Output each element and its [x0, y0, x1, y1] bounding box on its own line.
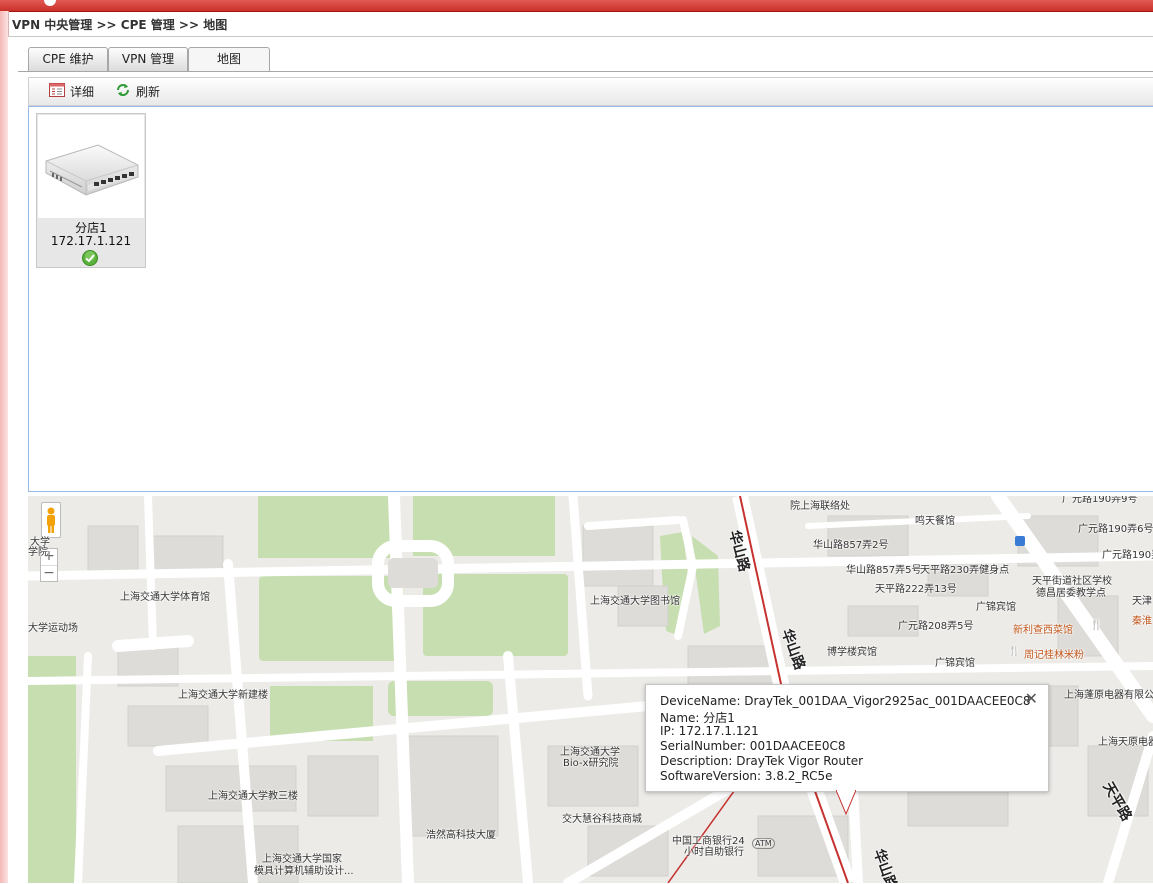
atm-icon: ATM [752, 838, 775, 849]
tab-divider [18, 71, 1153, 72]
map-label: Bio-x研究院 [563, 758, 619, 769]
map-label: 小时自助银行 [684, 847, 744, 858]
map-label: 上海交通大学图书馆 [590, 596, 680, 607]
map-label: 德昌居委教学点 [1036, 588, 1106, 599]
details-list-icon [49, 83, 65, 102]
map-label: 天平路230弄健身点 [920, 565, 1010, 576]
router-image [38, 115, 144, 218]
map-label: 上海交通大学体育馆 [120, 592, 210, 603]
map-label: 交大慧谷科技商城 [562, 814, 642, 825]
popup-description: Description: DrayTek Vigor Router [660, 754, 864, 768]
refresh-button[interactable]: 刷新 [115, 83, 160, 101]
map-label: 天平路222弄13号 [875, 584, 957, 595]
map-label: 华山路857弄2号 [813, 540, 889, 551]
restaurant-icon: 🍴 [1090, 620, 1103, 631]
popup-serial: SerialNumber: 001DAACEE0C8 [660, 739, 846, 753]
map-label: 新利查西菜馆 [1013, 625, 1073, 636]
map-label: 广元路190弄6号 [1078, 524, 1153, 535]
map-label: 学院 [28, 547, 48, 558]
refresh-label: 刷新 [136, 85, 161, 99]
close-icon[interactable]: ✕ [1025, 691, 1038, 707]
popup-device-name: DeviceName: DrayTek_001DAA_Vigor2925ac_0… [660, 694, 1031, 708]
map-label: 模具计算机辅助设计... [254, 866, 354, 877]
popup-pointer [836, 790, 856, 816]
popup-ip: IP: 172.17.1.121 [660, 724, 759, 738]
tab-cpe-maintenance[interactable]: CPE 维护 [28, 47, 108, 71]
map-label: 广锦宾馆 [935, 658, 975, 669]
map-label: 广元路190弄9号 [1062, 496, 1138, 505]
map-label: 天津 [1132, 596, 1152, 607]
map-label: 院上海联络处 [790, 501, 850, 512]
map-label: 上海天原电器 [1098, 737, 1153, 748]
map-label: 秦淮 [1132, 616, 1152, 627]
tab-map[interactable]: 地图 [188, 47, 270, 72]
top-bar-logo [44, 0, 56, 6]
app-top-bar [0, 0, 1153, 12]
refresh-icon [115, 83, 131, 102]
device-tile[interactable]: 分店1 172.17.1.121 [36, 113, 146, 268]
map-label: 上海交通大学教三楼 [208, 791, 298, 802]
map-label: 上海蓬原电器有限公 [1064, 690, 1153, 701]
zoom-out-button[interactable]: − [41, 565, 57, 582]
details-button[interactable]: 详细 [49, 83, 94, 101]
map-label: 浩然高科技大厦 [426, 830, 496, 841]
restaurant-icon: 🍴 [1008, 646, 1021, 657]
popup-software-version: SoftwareVersion: 3.8.2_RC5e [660, 769, 833, 783]
check-icon [82, 250, 98, 269]
device-ip: 172.17.1.121 [50, 234, 132, 248]
tab-vpn-management[interactable]: VPN 管理 [108, 47, 188, 71]
device-area: 分店1 172.17.1.121 [28, 106, 1153, 492]
map-label: 大学运动场 [28, 623, 78, 634]
map-view[interactable]: + − 大学 学院 大学运动场 上海交通大学体育馆 上海交通大学新建楼 上海交通… [28, 496, 1153, 883]
map-label: 华山路857弄5号 [846, 565, 922, 576]
map-label: 鸣天餐馆 [915, 516, 955, 527]
map-label: 周记桂林米粉 [1024, 650, 1084, 661]
map-label: 广锦宾馆 [976, 602, 1016, 613]
map-label: 广元路190弄 [1102, 550, 1153, 561]
map-label: 广元路208弄5号 [898, 621, 974, 632]
device-info-popup: DeviceName: DrayTek_001DAA_Vigor2925ac_0… [645, 684, 1049, 792]
details-label: 详细 [70, 85, 95, 99]
toolbar: 详细 刷新 [28, 77, 1153, 106]
map-label: 上海交通大学新建楼 [178, 690, 268, 701]
map-label: 博学楼宾馆 [827, 647, 877, 658]
breadcrumb: VPN 中央管理 >> CPE 管理 >> 地图 [12, 18, 228, 32]
